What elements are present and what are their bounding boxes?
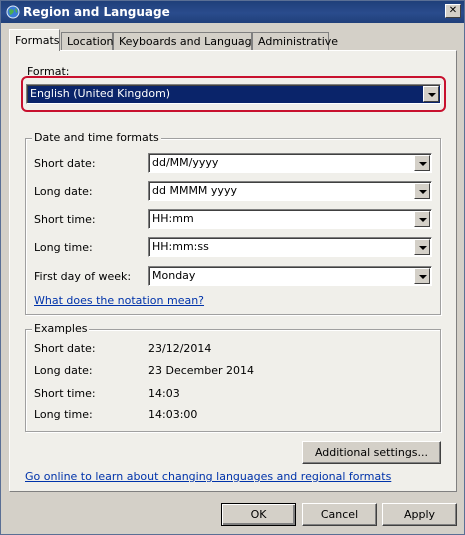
globe-icon	[6, 5, 20, 19]
first-day-of-week-value: Monday	[152, 269, 196, 282]
chevron-down-icon[interactable]	[414, 155, 430, 171]
region-language-window: Region and Language ✕ Formats Location K…	[0, 0, 465, 535]
online-help-link[interactable]: Go online to learn about changing langua…	[25, 470, 391, 483]
additional-settings-button[interactable]: Additional settings...	[302, 441, 441, 464]
tab-location[interactable]: Location	[61, 32, 114, 50]
date-time-formats-title: Date and time formats	[32, 131, 161, 144]
cancel-button[interactable]: Cancel	[302, 503, 377, 526]
long-time-value: HH:mm:ss	[152, 240, 209, 253]
long-time-dropdown[interactable]: HH:mm:ss	[148, 237, 432, 257]
example-long-date-label: Long date:	[34, 364, 93, 377]
window-title: Region and Language	[23, 5, 170, 19]
example-short-time-label: Short time:	[34, 387, 96, 400]
close-icon: ✕	[448, 5, 458, 16]
format-dropdown[interactable]: English (United Kingdom)	[26, 84, 441, 104]
short-date-label: Short date:	[34, 157, 96, 170]
example-long-time-label: Long time:	[34, 408, 93, 421]
tab-administrative[interactable]: Administrative	[252, 32, 338, 50]
chevron-down-icon[interactable]	[414, 183, 430, 199]
long-date-label: Long date:	[34, 185, 93, 198]
first-day-of-week-dropdown[interactable]: Monday	[148, 266, 432, 286]
tab-keyboards-and-languages[interactable]: Keyboards and Languages	[113, 32, 264, 50]
example-long-date-value: 23 December 2014	[148, 364, 255, 377]
example-long-time-value: 14:03:00	[148, 408, 198, 421]
long-date-dropdown[interactable]: dd MMMM yyyy	[148, 181, 432, 201]
examples-title: Examples	[32, 322, 90, 335]
short-date-dropdown[interactable]: dd/MM/yyyy	[148, 153, 432, 173]
ok-button[interactable]: OK	[221, 503, 296, 526]
close-button[interactable]: ✕	[445, 4, 461, 18]
apply-button[interactable]: Apply	[382, 503, 457, 526]
long-time-label: Long time:	[34, 241, 93, 254]
short-time-value: HH:mm	[152, 212, 194, 225]
long-date-value: dd MMMM yyyy	[152, 184, 237, 197]
format-value: English (United Kingdom)	[30, 87, 171, 100]
title-bar[interactable]: Region and Language ✕	[1, 1, 464, 23]
chevron-down-icon[interactable]	[414, 211, 430, 227]
notation-link[interactable]: What does the notation mean?	[34, 294, 204, 307]
example-short-date-label: Short date:	[34, 342, 96, 355]
tab-formats[interactable]: Formats	[9, 29, 60, 51]
chevron-down-icon[interactable]	[414, 268, 430, 284]
short-time-label: Short time:	[34, 213, 96, 226]
example-short-date-value: 23/12/2014	[148, 342, 212, 355]
example-short-time-value: 14:03	[148, 387, 180, 400]
chevron-down-icon[interactable]	[414, 239, 430, 255]
first-day-of-week-label: First day of week:	[34, 270, 132, 283]
short-date-value: dd/MM/yyyy	[152, 156, 219, 169]
chevron-down-icon[interactable]	[423, 86, 439, 102]
short-time-dropdown[interactable]: HH:mm	[148, 209, 432, 229]
